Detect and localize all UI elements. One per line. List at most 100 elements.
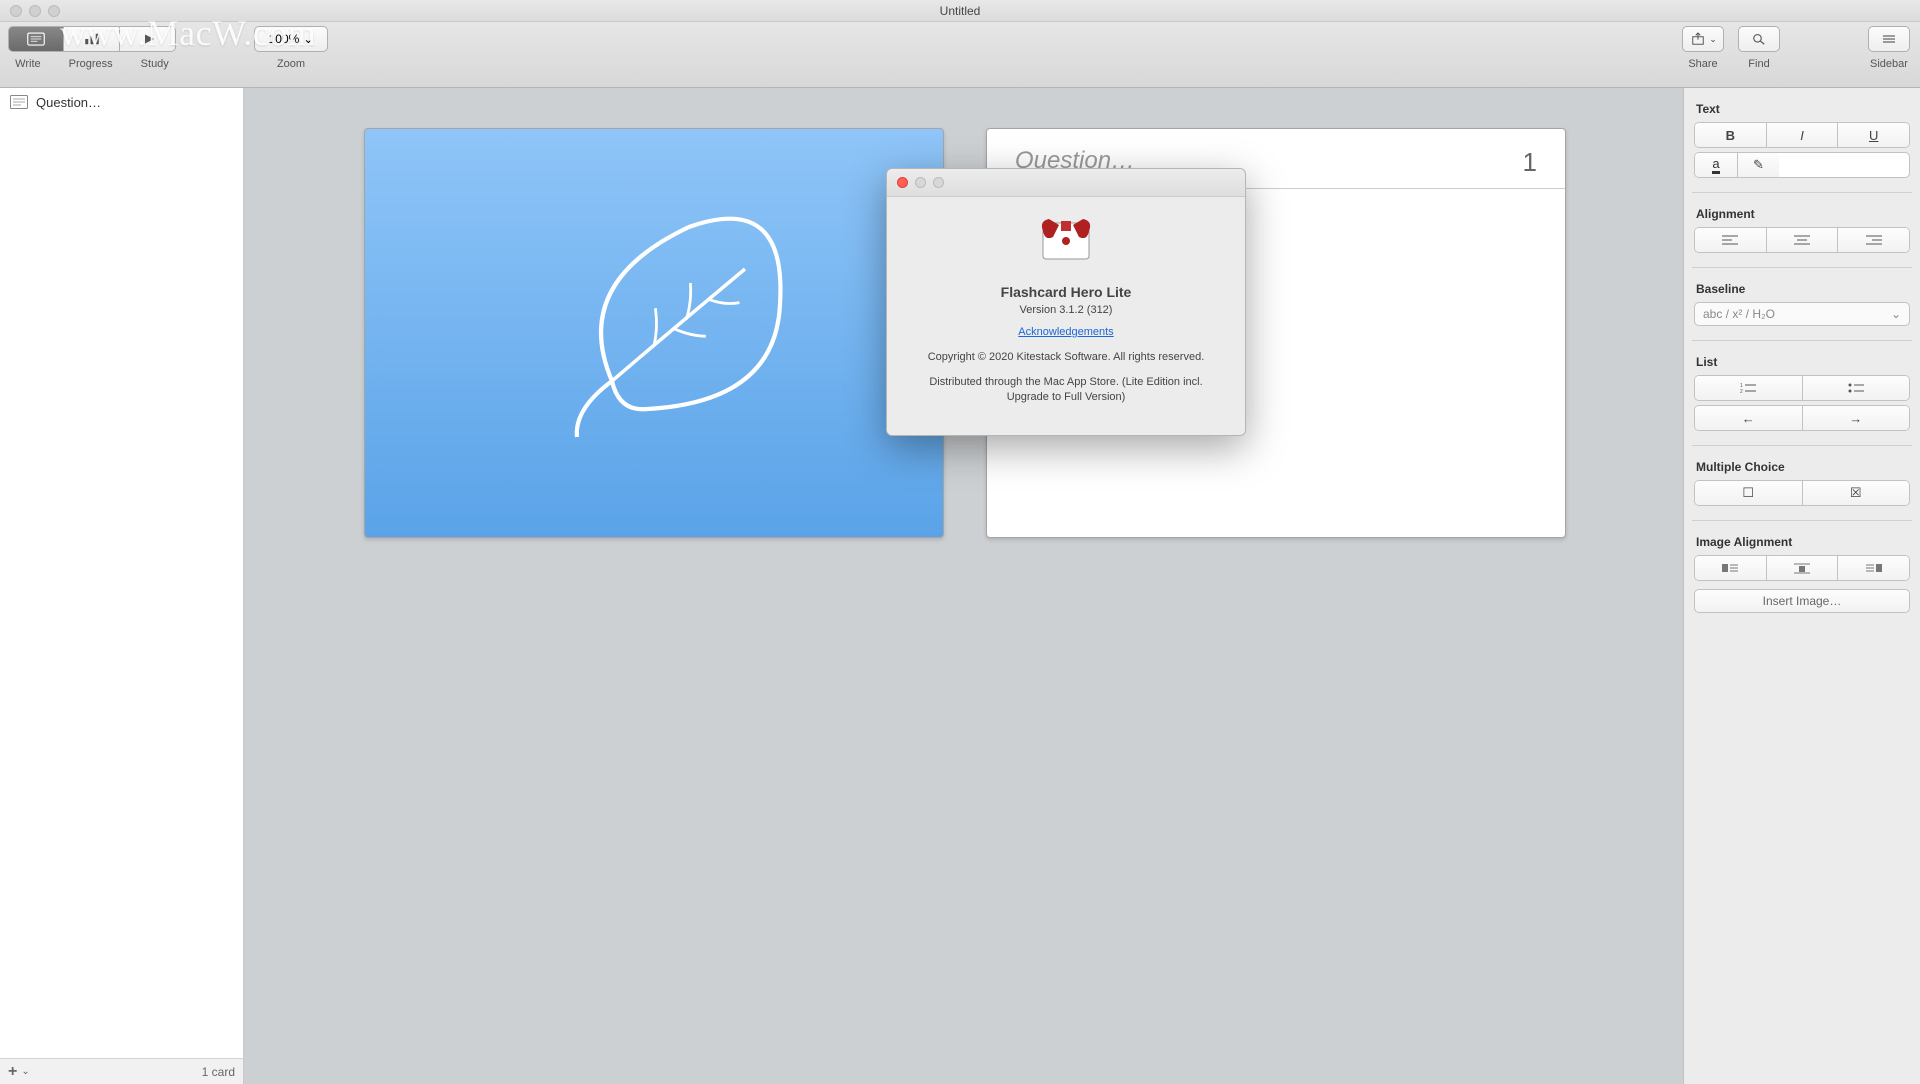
add-card-button[interactable]: + xyxy=(8,1063,17,1081)
minimize-icon xyxy=(915,177,926,188)
chevron-down-icon: ⌄ xyxy=(1891,307,1901,321)
progress-tab[interactable] xyxy=(64,26,120,52)
align-left-icon xyxy=(1722,234,1738,246)
mode-group: Write Progress Study xyxy=(8,26,176,70)
underline-button[interactable]: U xyxy=(1837,123,1909,147)
card-list[interactable]: Question… xyxy=(0,88,243,1058)
alignment-seg xyxy=(1694,227,1910,253)
img-align-section-label: Image Alignment xyxy=(1696,535,1910,549)
arrow-right-icon: → xyxy=(1849,411,1862,426)
traffic-lights xyxy=(10,5,60,17)
alignment-section-label: Alignment xyxy=(1696,207,1910,221)
card-number: 1 xyxy=(1523,147,1537,178)
card-list-sidebar: Question… + ⌄ 1 card xyxy=(0,88,244,1084)
study-label: Study xyxy=(141,58,169,70)
about-dialog: Flashcard Hero Lite Version 3.1.2 (312) … xyxy=(886,168,1246,436)
highlight-button[interactable]: ✎ xyxy=(1737,153,1779,177)
chevron-down-icon[interactable]: ⌄ xyxy=(21,1066,29,1077)
sidebar-label: Sidebar xyxy=(1870,58,1908,70)
baseline-section-label: Baseline xyxy=(1696,282,1910,296)
zoom-icon xyxy=(933,177,944,188)
share-label: Share xyxy=(1688,58,1717,70)
ordered-list-button[interactable]: 12 xyxy=(1695,376,1802,400)
mc-section-label: Multiple Choice xyxy=(1696,460,1910,474)
bullet-list-icon xyxy=(1848,382,1864,394)
find-group: Find xyxy=(1738,26,1780,70)
baseline-select[interactable]: abc / x² / H₂O ⌄ xyxy=(1694,302,1910,326)
find-label: Find xyxy=(1748,58,1769,70)
text-color-button[interactable]: a xyxy=(1695,153,1737,177)
card-icon xyxy=(10,95,28,109)
write-icon xyxy=(27,32,45,46)
sidebar-button[interactable] xyxy=(1868,26,1910,52)
zoom-group: 100% ⌄ Zoom xyxy=(254,26,328,70)
ordered-list-icon: 12 xyxy=(1740,382,1756,394)
list-type-seg: 12 xyxy=(1694,375,1910,401)
chevron-down-icon: ⌄ xyxy=(1709,34,1717,45)
remove-choice-button[interactable]: ☒ xyxy=(1802,481,1910,505)
share-icon xyxy=(1689,32,1707,46)
align-center-button[interactable] xyxy=(1766,228,1838,252)
img-align-right-button[interactable] xyxy=(1837,556,1909,580)
baseline-value: abc / x² / H₂O xyxy=(1703,307,1775,321)
app-version: Version 3.1.2 (312) xyxy=(911,304,1221,316)
text-color-seg: a ✎ xyxy=(1694,152,1910,178)
img-align-center-button[interactable] xyxy=(1766,556,1838,580)
chart-icon xyxy=(83,32,101,46)
leaf-icon xyxy=(535,199,815,479)
write-label: Write xyxy=(15,58,40,70)
img-left-icon xyxy=(1722,562,1738,574)
align-right-icon xyxy=(1866,234,1882,246)
minimize-window-icon[interactable] xyxy=(29,5,41,17)
share-button[interactable]: ⌄ xyxy=(1682,26,1724,52)
window-titlebar: Untitled xyxy=(0,0,1920,22)
text-section-label: Text xyxy=(1696,102,1910,116)
zoom-label: Zoom xyxy=(277,58,305,70)
outdent-button[interactable]: ← xyxy=(1695,406,1802,430)
close-icon[interactable] xyxy=(897,177,908,188)
zoom-select[interactable]: 100% ⌄ xyxy=(254,26,328,52)
image-align-seg xyxy=(1694,555,1910,581)
toolbar: www.MacW.com Write Progress Study 100% ⌄… xyxy=(0,22,1920,88)
search-icon xyxy=(1750,32,1768,46)
write-tab[interactable] xyxy=(8,26,64,52)
close-window-icon[interactable] xyxy=(10,5,22,17)
distribution-text: Distributed through the Mac App Store. (… xyxy=(911,375,1221,405)
sidebar-footer: + ⌄ 1 card xyxy=(0,1058,243,1084)
find-button[interactable] xyxy=(1738,26,1780,52)
list-item-label: Question… xyxy=(36,95,101,110)
bold-button[interactable]: B xyxy=(1695,123,1766,147)
chevron-down-icon: ⌄ xyxy=(303,32,313,46)
indent-seg: ← → xyxy=(1694,405,1910,431)
bullet-list-button[interactable] xyxy=(1802,376,1910,400)
app-name: Flashcard Hero Lite xyxy=(911,284,1221,300)
list-item[interactable]: Question… xyxy=(0,88,243,116)
sidebar-icon xyxy=(1880,32,1898,46)
italic-button[interactable]: I xyxy=(1766,123,1838,147)
acknowledgements-link[interactable]: Acknowledgements xyxy=(1018,326,1113,338)
zoom-window-icon[interactable] xyxy=(48,5,60,17)
align-left-button[interactable] xyxy=(1695,228,1766,252)
inspector-panel: Text B I U a ✎ Alignment Baseline abc / … xyxy=(1684,88,1920,1084)
copyright-text: Copyright © 2020 Kitestack Software. All… xyxy=(911,350,1221,365)
progress-label: Progress xyxy=(69,58,113,70)
sidebar-group: Sidebar xyxy=(1868,26,1910,70)
indent-button[interactable]: → xyxy=(1802,406,1910,430)
study-tab[interactable] xyxy=(120,26,176,52)
arrow-left-icon: ← xyxy=(1742,411,1755,426)
img-right-icon xyxy=(1866,562,1882,574)
card-count: 1 card xyxy=(202,1065,235,1079)
checkbox-x-icon: ☒ xyxy=(1850,485,1862,501)
font-style-seg: B I U xyxy=(1694,122,1910,148)
svg-text:2: 2 xyxy=(1740,389,1743,394)
app-icon xyxy=(1031,211,1101,271)
card-front[interactable] xyxy=(364,128,944,538)
add-choice-button[interactable]: ☐ xyxy=(1695,481,1802,505)
insert-image-button[interactable]: Insert Image… xyxy=(1694,589,1910,613)
checkbox-empty-icon: ☐ xyxy=(1742,485,1754,501)
img-center-icon xyxy=(1794,562,1810,574)
mc-seg: ☐ ☒ xyxy=(1694,480,1910,506)
align-center-icon xyxy=(1794,234,1810,246)
align-right-button[interactable] xyxy=(1837,228,1909,252)
img-align-left-button[interactable] xyxy=(1695,556,1766,580)
